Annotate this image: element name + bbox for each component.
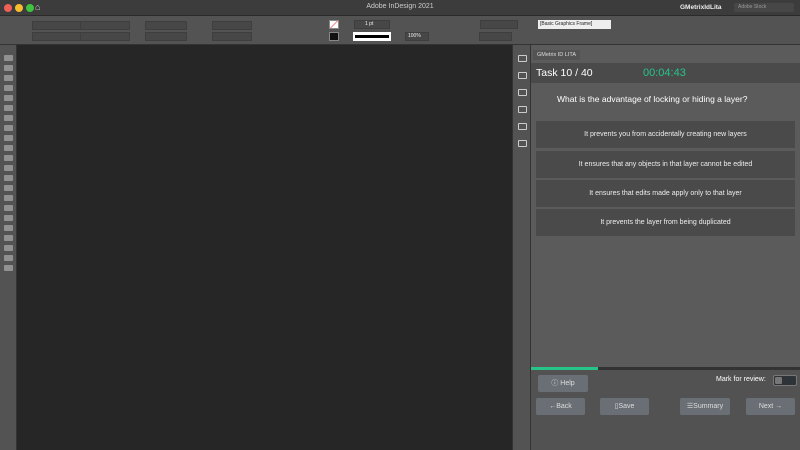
arrow-right-icon: → — [775, 403, 783, 410]
note-tool-icon[interactable] — [4, 205, 13, 211]
title-bar: ⌂ Adobe InDesign 2021 GMetrixIdLita Adob… — [0, 0, 800, 16]
gradient-feather-icon[interactable] — [4, 195, 13, 201]
zoom-tool-icon[interactable] — [4, 235, 13, 241]
eyedropper-tool-icon[interactable] — [4, 215, 13, 221]
gap-tool-icon[interactable] — [4, 85, 13, 91]
pencil-tool-icon[interactable] — [4, 135, 13, 141]
gradient-tool-icon[interactable] — [4, 185, 13, 191]
panel-tab[interactable]: GMetrix ID LITA — [533, 50, 581, 60]
apply-none-icon[interactable] — [4, 255, 13, 261]
stroke-weight-field[interactable]: 1 pt — [354, 20, 390, 29]
opacity-field[interactable]: 100% — [405, 32, 429, 41]
pen-tool-icon[interactable] — [4, 125, 13, 131]
stroke-type-select[interactable] — [353, 32, 391, 41]
fill-swatch[interactable] — [329, 20, 339, 29]
stroke-swatch[interactable] — [329, 32, 339, 41]
mark-for-review-label: Mark for review: — [716, 376, 766, 383]
cc-libraries-icon[interactable] — [518, 72, 527, 79]
answer-option[interactable]: It prevents the layer from being duplica… — [536, 209, 795, 236]
rotate-field[interactable] — [212, 21, 252, 30]
summary-button[interactable]: ☰Summary — [680, 398, 730, 415]
direct-selection-tool-icon[interactable] — [4, 65, 13, 71]
x-field[interactable] — [32, 21, 87, 30]
selection-tool-icon[interactable] — [4, 55, 13, 61]
task-counter: Task 10 / 40 — [536, 67, 593, 79]
task-header: Task 10 / 40 00:04:43 — [531, 63, 800, 83]
free-transform-tool-icon[interactable] — [4, 175, 13, 181]
mark-for-review-toggle[interactable] — [773, 375, 797, 386]
question-text: What is the advantage of locking or hidi… — [557, 94, 748, 104]
hand-tool-icon[interactable] — [4, 225, 13, 231]
help-button[interactable]: ⓘ Help — [538, 375, 588, 392]
corner-select[interactable] — [479, 32, 512, 41]
user-menu[interactable]: GMetrixIdLita — [680, 4, 722, 11]
adobe-stock-search[interactable]: Adobe Stock — [734, 3, 794, 12]
pages-panel-icon[interactable] — [518, 55, 527, 62]
rectangle-tool-icon[interactable] — [4, 155, 13, 161]
stroke-panel-icon[interactable] — [518, 140, 527, 147]
y-field[interactable] — [32, 32, 87, 41]
control-bar: 1 pt 100% [Basic Graphics Frame] — [0, 16, 800, 45]
answer-option[interactable]: It ensures that edits made apply only to… — [536, 180, 795, 207]
height-field[interactable] — [80, 32, 130, 41]
answer-option[interactable]: It ensures that any objects in that laye… — [536, 151, 795, 178]
line-tool-icon[interactable] — [4, 115, 13, 121]
page-tool-icon[interactable] — [4, 75, 13, 81]
help-icon: ⓘ — [551, 380, 559, 387]
fill-stroke-icon[interactable] — [4, 245, 13, 251]
back-label: Back — [556, 403, 572, 410]
next-button[interactable]: Next → — [746, 398, 795, 415]
tools-panel — [0, 45, 17, 450]
screen-mode-icon[interactable] — [4, 265, 13, 271]
layers-icon[interactable] — [518, 106, 527, 113]
answer-option[interactable]: It prevents you from accidentally creati… — [536, 121, 795, 148]
stroke-offset-field[interactable] — [480, 20, 518, 29]
width-field[interactable] — [80, 21, 130, 30]
next-label: Next — [758, 403, 774, 410]
panel-footer: ⓘ Help Mark for review: ←Back ▯Save ☰Sum… — [531, 370, 800, 450]
shear-field[interactable] — [212, 32, 252, 41]
links-icon[interactable] — [518, 123, 527, 130]
back-button[interactable]: ←Back — [536, 398, 585, 415]
content-collector-icon[interactable] — [4, 95, 13, 101]
panel-icon-strip — [512, 45, 531, 450]
scale-x-field[interactable] — [145, 21, 187, 30]
type-tool-icon[interactable] — [4, 105, 13, 111]
save-label: Save — [618, 403, 635, 410]
timer: 00:04:43 — [643, 67, 686, 79]
save-button[interactable]: ▯Save — [600, 398, 649, 415]
properties-icon[interactable] — [518, 89, 527, 96]
rectangle-frame-tool-icon[interactable] — [4, 145, 13, 151]
scale-y-field[interactable] — [145, 32, 187, 41]
summary-label: Summary — [693, 403, 724, 410]
scissors-tool-icon[interactable] — [4, 165, 13, 171]
gmetrix-panel: GMetrix ID LITA Task 10 / 40 00:04:43 Wh… — [531, 45, 800, 450]
object-style-select[interactable]: [Basic Graphics Frame] — [538, 20, 611, 29]
help-label: Help — [560, 380, 575, 387]
